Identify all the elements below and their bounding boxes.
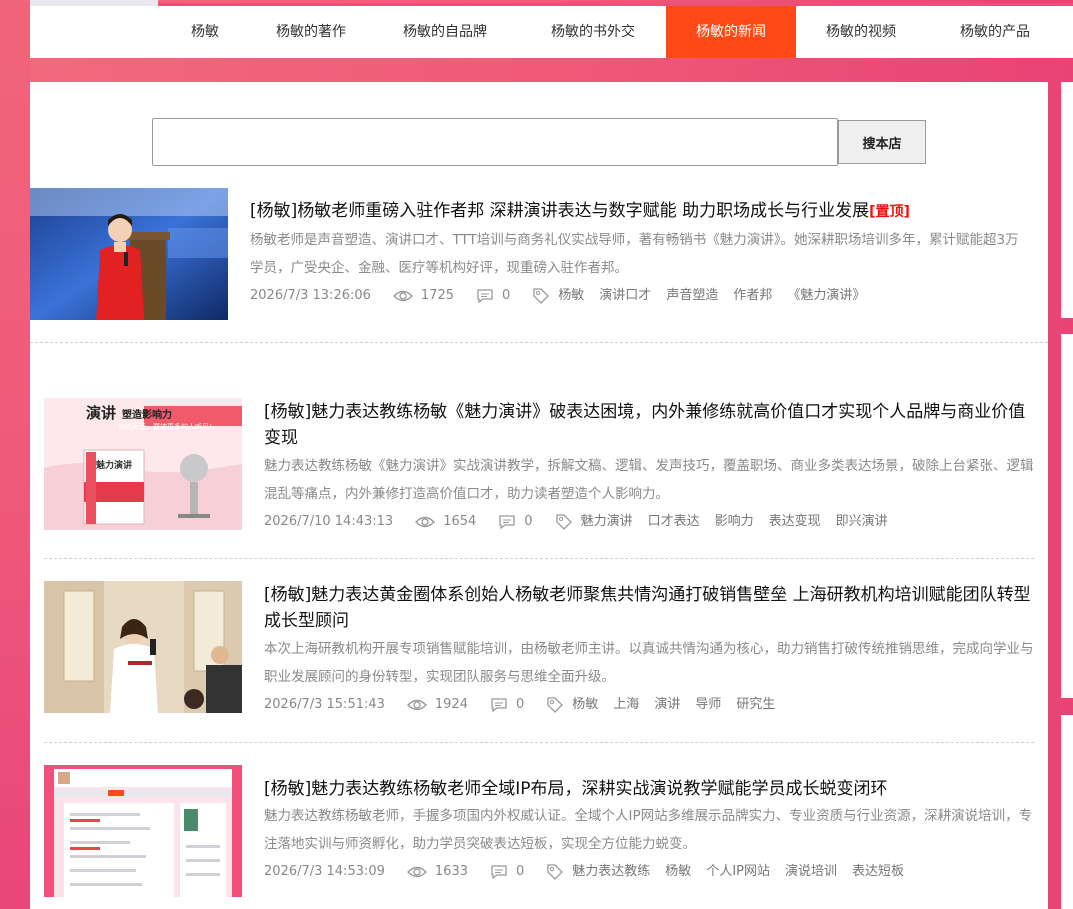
search-button[interactable]: 搜本店 xyxy=(838,120,926,164)
article-tag[interactable]: 魅力演讲 xyxy=(581,512,633,532)
article-summary: 本次上海研教机构开展专项销售赋能培训，由杨敏老师主讲。以真诚共情沟通为核心，助力… xyxy=(264,641,1034,685)
article-title[interactable]: [杨敏]魅力表达教练杨敏老师全域IP布局，深耕实战演说教学赋能学员成长蜕变闭环 xyxy=(264,776,1034,802)
article-divider xyxy=(44,742,1034,743)
article-tag[interactable]: 声音塑造 xyxy=(666,286,718,306)
article-summary: 魅力表达教练杨敏《魅力演讲》实战演讲教学，拆解文稿、逻辑、发声技巧，覆盖职场、商… xyxy=(264,458,1034,502)
article-meta: 2026/7/3 15:51:43 1924 0 杨敏 上海 演讲 导师 研究生 xyxy=(264,695,790,715)
nav-item-works[interactable]: 杨敏的著作 xyxy=(262,6,360,58)
article-thumbnail[interactable] xyxy=(44,765,242,897)
side-panel-bottom xyxy=(1061,715,1073,909)
article-title[interactable]: [杨敏]魅力表达教练杨敏《魅力演讲》破表达困境，内外兼修练就高价值口才实现个人品… xyxy=(264,399,1034,451)
article-tag[interactable]: 魅力表达教练 xyxy=(572,862,650,882)
comment-count: 0 xyxy=(502,288,511,303)
article-tag[interactable]: 演说培训 xyxy=(785,862,837,882)
article-meta: 2026/7/10 14:43:13 1654 0 魅力演讲 口才表达 影响力 … xyxy=(264,512,903,532)
nav-item-news[interactable]: 杨敏的新闻 xyxy=(666,6,796,58)
article-tag[interactable]: 杨敏 xyxy=(665,862,691,882)
article-thumbnail[interactable]: 演讲 塑造影响力 你的声音，要被更多的人听见！ 魅力演讲 xyxy=(44,398,242,530)
article-tag[interactable]: 作者邦 xyxy=(733,286,772,306)
article-tag[interactable]: 表达短板 xyxy=(852,862,904,882)
comment-icon xyxy=(477,289,493,304)
view-count: 1633 xyxy=(434,864,468,879)
article-thumbnail[interactable] xyxy=(30,188,228,320)
thumb-book-title: 魅力演讲 xyxy=(96,461,133,471)
tag-icon xyxy=(555,514,572,530)
article-date: 2026/7/10 14:43:13 xyxy=(264,514,394,529)
view-count: 1924 xyxy=(434,697,468,712)
article-date: 2026/7/3 13:26:06 xyxy=(250,288,371,303)
nav-item-products[interactable]: 杨敏的产品 xyxy=(940,6,1050,58)
search-input[interactable] xyxy=(152,118,838,166)
eye-icon xyxy=(406,866,427,878)
nav-item-videos[interactable]: 杨敏的视频 xyxy=(808,6,914,58)
comment-count: 0 xyxy=(524,514,533,529)
tag-icon xyxy=(547,697,564,713)
article-tag[interactable]: 《魅力演讲》 xyxy=(787,286,865,306)
article-tag[interactable]: 影响力 xyxy=(715,512,754,532)
article-tag[interactable]: 演讲口才 xyxy=(599,286,651,306)
pinned-badge: [置顶] xyxy=(869,204,910,220)
side-panel-top xyxy=(1061,82,1073,318)
article-title[interactable]: [杨敏]杨敏老师重磅入驻作者邦 深耕演讲表达与数字赋能 助力职场成长与行业发展[… xyxy=(250,198,1030,225)
article-tag[interactable]: 表达变现 xyxy=(769,512,821,532)
article-date: 2026/7/3 15:51:43 xyxy=(264,697,385,712)
article-tag[interactable]: 杨敏 xyxy=(572,695,598,715)
article-divider xyxy=(44,558,1034,559)
view-count: 1654 xyxy=(443,514,477,529)
website-screenshot-icon xyxy=(44,765,242,897)
article-thumbnail[interactable] xyxy=(44,581,242,713)
tag-icon xyxy=(533,288,550,304)
article-tag[interactable]: 演讲 xyxy=(654,695,680,715)
speaker-photo-icon xyxy=(30,188,228,320)
main-nav: 杨敏 杨敏的著作 杨敏的自品牌 杨敏的书外交 杨敏的新闻 杨敏的视频 杨敏的产品 xyxy=(30,6,1073,58)
thumb-heading-big: 演讲 xyxy=(86,404,117,422)
article-tag[interactable]: 个人IP网站 xyxy=(706,862,770,882)
comment-count: 0 xyxy=(516,864,525,879)
side-panel-middle xyxy=(1061,334,1073,698)
article-tag[interactable]: 即兴演讲 xyxy=(836,512,888,532)
left-decor-strip xyxy=(0,0,30,909)
training-photo-icon xyxy=(44,581,242,713)
nav-item-brand[interactable]: 杨敏的自品牌 xyxy=(390,6,500,58)
comment-icon xyxy=(491,698,507,713)
eye-icon xyxy=(415,516,436,528)
article-tag[interactable]: 导师 xyxy=(695,695,721,715)
article-tag[interactable]: 上海 xyxy=(613,695,639,715)
eye-icon xyxy=(392,290,413,302)
article-date: 2026/7/3 14:53:09 xyxy=(264,864,385,879)
article-meta: 2026/7/3 14:53:09 1633 0 魅力表达教练 杨敏 个人IP网… xyxy=(264,862,919,882)
article-divider xyxy=(30,342,1048,343)
article-title[interactable]: [杨敏]魅力表达黄金圈体系创始人杨敏老师聚焦共情沟通打破销售壁垒 上海研教机构培… xyxy=(264,582,1034,634)
article-tag[interactable]: 杨敏 xyxy=(558,286,584,306)
article-tag[interactable]: 研究生 xyxy=(736,695,775,715)
article-meta: 2026/7/3 13:26:06 1725 0 杨敏 演讲口才 声音塑造 作者… xyxy=(250,286,880,306)
comment-icon xyxy=(499,515,515,530)
nav-item-home[interactable]: 杨敏 xyxy=(168,6,242,58)
nav-item-book-diplomacy[interactable]: 杨敏的书外交 xyxy=(535,6,651,58)
article-summary: 魅力表达教练杨敏老师，手握多项国内外权威认证。全域个人IP网站多维展示品牌实力、… xyxy=(264,808,1033,852)
comment-icon xyxy=(491,865,507,880)
thumb-heading-small: 塑造影响力 xyxy=(122,410,172,421)
eye-icon xyxy=(406,699,427,711)
thumb-banner: 你的声音，要被更多的人听见！ xyxy=(118,423,216,431)
tag-icon xyxy=(547,864,564,880)
view-count: 1725 xyxy=(420,288,454,303)
article-summary: 杨敏老师是声音塑造、演讲口才、TTT培训与商务礼仪实战导师，著有畅销书《魅力演讲… xyxy=(250,232,1019,276)
article-title-text: [杨敏]杨敏老师重磅入驻作者邦 深耕演讲表达与数字赋能 助力职场成长与行业发展 xyxy=(250,201,870,221)
article-tag[interactable]: 口才表达 xyxy=(648,512,700,532)
comment-count: 0 xyxy=(516,697,525,712)
